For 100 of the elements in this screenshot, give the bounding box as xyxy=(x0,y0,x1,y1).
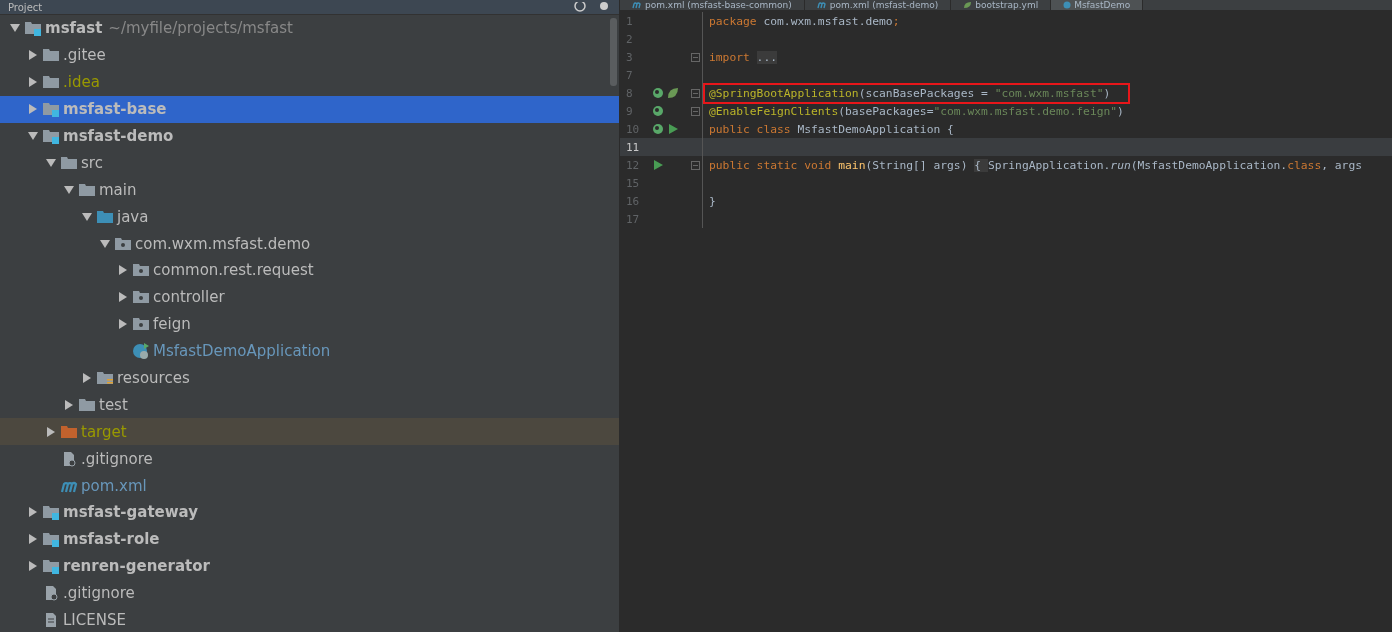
item-label: java xyxy=(117,207,149,226)
item-label: msfast xyxy=(45,19,103,38)
run-icon[interactable] xyxy=(667,123,679,135)
project-path: ~/myfile/projects/msfast xyxy=(108,19,293,38)
collapsed-arrow-icon[interactable] xyxy=(28,534,38,545)
tree-item[interactable]: MsfastDemoApplication xyxy=(0,337,619,365)
leaf-icon xyxy=(963,1,973,9)
maven-icon xyxy=(632,1,642,9)
fold-icon[interactable] xyxy=(690,88,700,98)
tree-item[interactable]: resources xyxy=(0,364,619,392)
line-number: 7 xyxy=(625,68,634,82)
code-line: } xyxy=(708,193,717,210)
tree-item[interactable]: LICENSE xyxy=(0,606,619,632)
item-label: src xyxy=(81,153,103,172)
tree-item[interactable]: main xyxy=(0,176,619,204)
folder-icon xyxy=(114,235,132,252)
folder-icon xyxy=(42,531,60,548)
item-label: .gitignore xyxy=(63,584,135,603)
fold-icon[interactable] xyxy=(690,106,700,116)
collapsed-arrow-icon[interactable] xyxy=(118,319,128,330)
collapsed-arrow-icon[interactable] xyxy=(28,50,38,61)
collapsed-arrow-icon[interactable] xyxy=(118,292,128,303)
tree-item[interactable]: feign xyxy=(0,310,619,338)
expanded-arrow-icon[interactable] xyxy=(28,131,38,141)
tree-item[interactable]: .idea xyxy=(0,68,619,96)
folder-icon xyxy=(42,74,60,91)
folder-icon xyxy=(132,262,150,279)
tree-item[interactable]: msfast-role xyxy=(0,525,619,553)
collapsed-arrow-icon[interactable] xyxy=(82,373,92,383)
tree-item[interactable]: src xyxy=(0,149,619,177)
item-label: test xyxy=(99,395,128,414)
bean-icon[interactable] xyxy=(652,105,664,117)
expanded-arrow-icon[interactable] xyxy=(64,184,74,195)
tree-item[interactable]: target xyxy=(0,418,619,446)
folder-icon xyxy=(78,181,96,198)
line-number: 8 xyxy=(625,86,634,100)
tree-item[interactable]: renren-generator xyxy=(0,552,619,580)
collapsed-arrow-icon[interactable] xyxy=(28,561,38,572)
line-number: 2 xyxy=(625,32,634,46)
tree-item[interactable]: msfast-gateway xyxy=(0,499,619,526)
tree-item[interactable]: test xyxy=(0,391,619,419)
collapsed-arrow-icon[interactable] xyxy=(28,77,38,88)
collapsed-arrow-icon[interactable] xyxy=(28,104,38,115)
fold-icon[interactable] xyxy=(690,52,700,62)
item-label: msfast-gateway xyxy=(63,503,199,522)
tree-item[interactable]: .gitignore xyxy=(0,579,619,607)
tree-item[interactable]: .gitee xyxy=(0,41,619,69)
run-icon[interactable] xyxy=(652,159,664,171)
line-number: 12 xyxy=(625,158,641,172)
collapsed-arrow-icon[interactable] xyxy=(64,399,74,410)
item-label: renren-generator xyxy=(63,557,210,576)
expanded-arrow-icon[interactable] xyxy=(82,211,92,222)
folder-icon xyxy=(132,289,150,306)
folder-icon xyxy=(60,423,78,440)
tree-item[interactable]: msfast ~/myfile/projects/msfast xyxy=(0,15,619,42)
maven-icon xyxy=(816,1,827,9)
bean-icon[interactable] xyxy=(652,87,664,99)
item-label: LICENSE xyxy=(63,611,126,630)
tree-item[interactable]: controller xyxy=(0,283,619,311)
expanded-arrow-icon[interactable] xyxy=(100,238,110,249)
item-label: msfast-role xyxy=(63,530,160,549)
tree-item[interactable]: com.wxm.msfast.demo xyxy=(0,230,619,257)
leaf-icon[interactable] xyxy=(667,87,679,99)
bean-icon[interactable] xyxy=(652,123,664,135)
item-label: .gitee xyxy=(63,46,106,65)
tree-item[interactable]: common.rest.request xyxy=(0,257,619,284)
line-number: 17 xyxy=(625,212,641,226)
editor-tab[interactable]: pom.xml (msfast-base-common) xyxy=(620,0,805,10)
code-line: package com.wxm.msfast.demo; xyxy=(708,13,901,30)
item-label: resources xyxy=(117,369,190,387)
folder-icon xyxy=(96,370,114,386)
tree-item[interactable]: pom.xml xyxy=(0,472,619,500)
code-line: @EnableFeignClients(basePackages="com.wxm.msfast.demo.feign") xyxy=(708,103,1125,120)
code-line: public class MsfastDemoApplication { xyxy=(708,121,955,138)
collapsed-arrow-icon[interactable] xyxy=(118,265,128,276)
folder-icon xyxy=(78,396,96,413)
folder-icon xyxy=(24,20,42,37)
collapsed-arrow-icon[interactable] xyxy=(46,426,56,437)
editor-tab[interactable]: MsfastDemo xyxy=(1051,0,1144,10)
item-label: controller xyxy=(153,288,225,307)
expanded-arrow-icon[interactable] xyxy=(10,23,20,34)
item-label: .idea xyxy=(63,73,100,92)
folder-icon xyxy=(42,101,60,118)
folder-icon xyxy=(42,558,60,575)
expanded-arrow-icon[interactable] xyxy=(46,157,56,168)
item-label: MsfastDemoApplication xyxy=(153,342,331,361)
collapsed-arrow-icon[interactable] xyxy=(28,507,38,518)
item-label: target xyxy=(81,422,127,441)
panel-title[interactable]: Project xyxy=(8,1,563,13)
line-number: 15 xyxy=(625,176,641,190)
line-number: 11 xyxy=(625,140,641,154)
scrollbar[interactable] xyxy=(610,18,617,86)
tree-item[interactable]: .gitignore xyxy=(0,445,619,473)
tree-item[interactable]: msfast-base xyxy=(0,95,619,123)
tree-item[interactable]: msfast-demo xyxy=(0,122,619,150)
tree-item[interactable]: java xyxy=(0,203,619,231)
fold-icon[interactable] xyxy=(690,160,700,170)
editor-tab[interactable]: pom.xml (msfast-demo) xyxy=(804,0,952,10)
folder-icon xyxy=(96,208,114,225)
item-label: msfast-demo xyxy=(63,127,174,145)
